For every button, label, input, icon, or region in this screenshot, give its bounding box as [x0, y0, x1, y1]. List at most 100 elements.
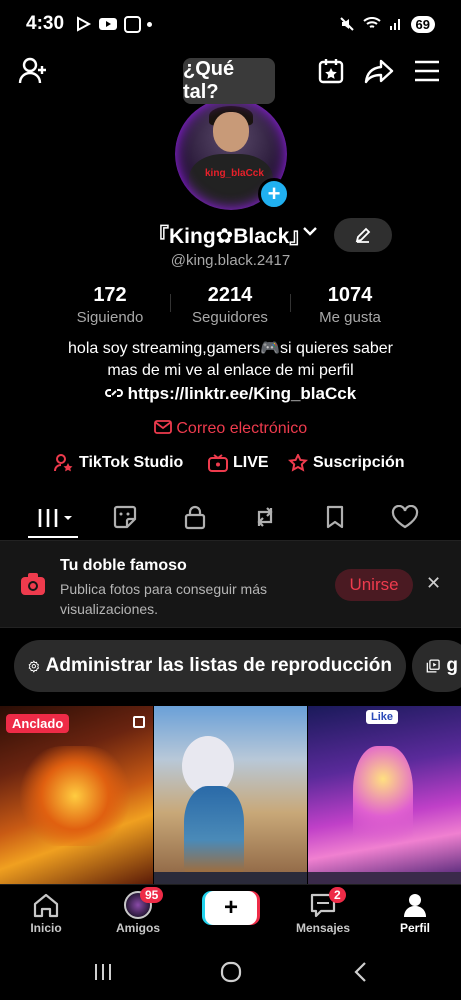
tab-videos[interactable]	[34, 500, 78, 534]
stat-value: 172	[93, 284, 127, 306]
playlist-label: g	[446, 655, 458, 676]
bookmark-icon	[326, 505, 344, 529]
stat-value: 1074	[327, 284, 373, 306]
profile-link[interactable]: https://linktr.ee/King_blaCck	[0, 384, 461, 404]
banner-text: Publica fotos para conseguir más visuali…	[60, 581, 267, 617]
calendar-button[interactable]	[314, 54, 348, 88]
pencil-icon	[355, 227, 371, 243]
creator-features: TikTok Studio LIVE Suscripción	[0, 454, 461, 478]
edit-profile-button[interactable]	[334, 218, 392, 252]
pinned-badge: Anclado	[6, 714, 70, 733]
create-button[interactable]: +	[205, 891, 257, 925]
hamburger-menu-icon	[415, 60, 439, 82]
share-arrow-icon	[364, 59, 394, 84]
profile-name-row: 『King✿Black』	[0, 218, 461, 252]
game-ui-bar	[308, 872, 461, 884]
game-ui-bar	[154, 872, 307, 884]
video-grid: Anclado Like	[0, 706, 461, 884]
close-icon[interactable]: ✕	[426, 573, 441, 594]
stat-followers[interactable]: 2214 Seguidores	[170, 284, 290, 326]
stat-likes[interactable]: 1074 Me gusta	[290, 284, 410, 326]
video-thumbnail[interactable]: Like	[308, 706, 461, 884]
bio-line: mas de mi ve al enlace de mi perfil	[107, 362, 354, 379]
join-button[interactable]: Unirse	[335, 569, 413, 601]
live-button[interactable]: LIVE	[208, 454, 269, 472]
profile-bio: hola soy streaming,gamers🎮si quieres sab…	[0, 338, 461, 382]
profile-stats: 172 Siguiendo 2214 Seguidores 1074 Me gu…	[0, 284, 461, 326]
recent-apps-button[interactable]	[88, 958, 118, 986]
bottom-navigation: Inicio 95 Amigos + 2 Mensajes Perfil	[0, 884, 461, 942]
profile-tabs	[0, 496, 461, 538]
stat-label: Siguiendo	[76, 309, 144, 326]
nav-messages[interactable]: 2 Mensajes	[283, 887, 363, 935]
recent-apps-icon	[95, 964, 111, 980]
nav-home[interactable]: Inicio	[6, 891, 86, 935]
link-icon	[104, 389, 123, 397]
add-person-icon	[18, 57, 46, 84]
back-button[interactable]	[346, 958, 376, 986]
video-thumbnail[interactable]	[154, 706, 307, 884]
feature-label: LIVE	[233, 454, 269, 471]
status-time: 4:30	[26, 13, 65, 34]
subscription-button[interactable]: Suscripción	[288, 454, 405, 472]
status-tooltip[interactable]: ¿Qué tal?	[183, 58, 275, 104]
tiktok-studio-button[interactable]: TikTok Studio	[54, 454, 183, 472]
stat-label: Seguidores	[192, 309, 268, 326]
grid-columns-icon	[38, 509, 72, 527]
tab-stickers[interactable]	[103, 500, 147, 534]
feature-label: Suscripción	[313, 454, 405, 471]
active-tab-indicator	[28, 536, 78, 538]
youtube-icon	[77, 16, 92, 32]
stat-following[interactable]: 172 Siguiendo	[50, 284, 170, 326]
home-system-button[interactable]	[216, 958, 246, 986]
nav-label: Amigos	[115, 921, 160, 935]
like-badge: Like	[366, 710, 399, 724]
profile-handle: @king.black.2417	[170, 252, 291, 269]
status-bar: 4:30 69	[0, 0, 461, 48]
tab-liked[interactable]	[383, 500, 427, 534]
character-body	[184, 786, 244, 876]
messages-badge: 2	[329, 887, 346, 903]
plus-icon: +	[267, 181, 281, 206]
video-thumbnail[interactable]: Anclado	[0, 706, 153, 884]
playlist-button[interactable]: g	[412, 640, 461, 692]
nav-profile[interactable]: Perfil	[375, 891, 455, 935]
email-label: Correo electrónico	[176, 420, 308, 437]
dragon-art	[20, 746, 130, 846]
profile-name: 『King✿Black』	[148, 225, 311, 248]
camera-icon	[21, 573, 45, 595]
manage-playlists-button[interactable]: Administrar las listas de reproducción	[14, 640, 406, 692]
status-system-icons: 69	[339, 15, 435, 33]
wifi-icon	[362, 17, 381, 28]
lock-icon	[184, 505, 206, 530]
profile-icon	[404, 894, 426, 917]
nav-label: Mensajes	[295, 921, 351, 935]
tv-icon	[208, 454, 228, 472]
video-icon	[99, 18, 118, 30]
heart-icon	[391, 505, 419, 529]
banner-title: Tu doble famoso	[60, 557, 187, 574]
add-friend-button[interactable]	[16, 54, 50, 88]
add-story-button[interactable]: +	[258, 178, 290, 210]
email-button[interactable]: Correo electrónico	[0, 420, 461, 438]
tab-reposts[interactable]	[243, 500, 287, 534]
person-star-icon	[54, 454, 73, 472]
tab-private[interactable]	[173, 500, 217, 534]
nav-friends[interactable]: 95 Amigos	[98, 887, 178, 935]
carousel-icon	[133, 716, 145, 728]
character-figure	[353, 746, 413, 856]
signal-icon	[389, 19, 400, 30]
calendar-star-icon	[318, 59, 344, 84]
manage-playlists-label: Administrar las listas de reproducción	[45, 655, 392, 676]
share-button[interactable]	[362, 54, 396, 88]
chevron-down-icon[interactable]	[302, 224, 318, 242]
menu-button[interactable]	[410, 54, 444, 88]
repost-icon	[257, 507, 273, 527]
tab-saved[interactable]	[313, 500, 357, 534]
nav-label: Perfil	[399, 921, 430, 935]
feature-label: TikTok Studio	[79, 454, 184, 471]
friends-badge: 95	[140, 887, 164, 903]
status-notification-icons	[74, 15, 153, 33]
link-text: https://linktr.ee/King_blaCck	[127, 384, 357, 403]
nav-label: Inicio	[30, 921, 62, 935]
